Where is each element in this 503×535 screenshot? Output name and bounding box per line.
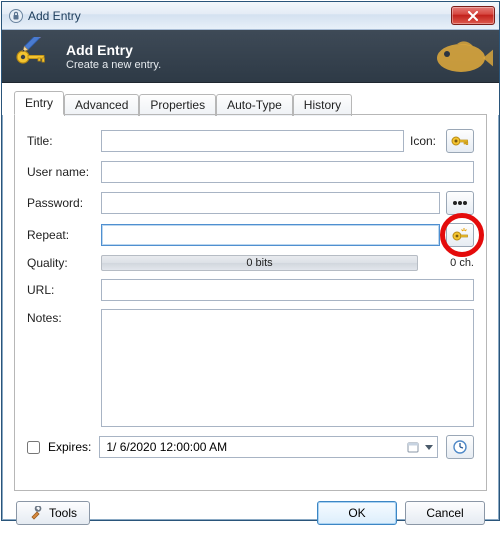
- cancel-button[interactable]: Cancel: [405, 501, 485, 525]
- repeat-input[interactable]: [101, 224, 440, 246]
- tab-history[interactable]: History: [293, 94, 352, 116]
- generate-password-button[interactable]: [446, 223, 474, 247]
- title-input[interactable]: [101, 130, 404, 152]
- tab-label: Entry: [25, 96, 53, 110]
- url-label: URL:: [27, 283, 101, 297]
- toggle-password-button[interactable]: [446, 191, 474, 215]
- tabstrip: Entry Advanced Properties Auto-Type Hist…: [2, 83, 499, 115]
- password-label: Password:: [27, 196, 101, 210]
- tab-properties[interactable]: Properties: [139, 94, 216, 116]
- titlebar: Add Entry: [2, 2, 499, 30]
- tab-label: Properties: [150, 98, 205, 112]
- repeat-label: Repeat:: [27, 228, 101, 242]
- close-button[interactable]: [451, 6, 495, 25]
- banner-title: Add Entry: [66, 42, 161, 58]
- expires-preset-button[interactable]: [446, 435, 474, 459]
- username-input[interactable]: [101, 161, 474, 183]
- key-spark-icon: [451, 227, 469, 243]
- title-label: Title:: [27, 134, 101, 148]
- expires-label: Expires:: [48, 440, 91, 454]
- quality-meter: 0 bits: [101, 255, 418, 271]
- tab-entry[interactable]: Entry: [14, 91, 64, 115]
- expires-datetime[interactable]: 1/ 6/2020 12:00:00 AM: [99, 436, 438, 458]
- notes-input[interactable]: [101, 309, 474, 427]
- tools-icon: [29, 506, 43, 520]
- clock-icon: [452, 439, 468, 455]
- quality-bits: 0 bits: [246, 257, 272, 269]
- calendar-drop-icon: [407, 441, 419, 453]
- key-icon: [451, 133, 469, 149]
- quality-label: Quality:: [27, 256, 101, 270]
- window-title: Add Entry: [24, 9, 451, 23]
- dots-icon: [452, 197, 468, 209]
- url-input[interactable]: [101, 279, 474, 301]
- tab-auto-type[interactable]: Auto-Type: [216, 94, 293, 116]
- tab-advanced[interactable]: Advanced: [64, 94, 139, 116]
- key-pencil-icon: [14, 36, 54, 76]
- tools-button[interactable]: Tools: [16, 501, 90, 525]
- expires-value: 1/ 6/2020 12:00:00 AM: [106, 440, 227, 454]
- ok-button[interactable]: OK: [317, 501, 397, 525]
- cancel-label: Cancel: [426, 506, 463, 520]
- add-entry-window: Add Entry: [1, 1, 500, 521]
- password-input[interactable]: [101, 192, 440, 214]
- banner: Add Entry Create a new entry.: [2, 30, 499, 83]
- tab-label: Advanced: [75, 98, 128, 112]
- ok-label: OK: [348, 506, 365, 520]
- tools-label: Tools: [49, 506, 77, 520]
- tab-label: History: [304, 98, 341, 112]
- expires-checkbox[interactable]: [27, 441, 40, 454]
- fish-icon: [423, 34, 493, 80]
- quality-chars: 0 ch.: [424, 257, 474, 269]
- entry-panel: Title: Icon: User name:: [14, 115, 487, 491]
- chevron-down-icon: [425, 443, 433, 451]
- icon-label: Icon:: [410, 134, 436, 148]
- lock-icon: [8, 8, 24, 24]
- footer: Tools OK Cancel: [2, 491, 499, 535]
- tab-label: Auto-Type: [227, 98, 282, 112]
- icon-picker-button[interactable]: [446, 129, 474, 153]
- banner-subtitle: Create a new entry.: [66, 59, 161, 71]
- notes-label: Notes:: [27, 309, 101, 325]
- close-icon: [467, 11, 479, 21]
- username-label: User name:: [27, 165, 101, 179]
